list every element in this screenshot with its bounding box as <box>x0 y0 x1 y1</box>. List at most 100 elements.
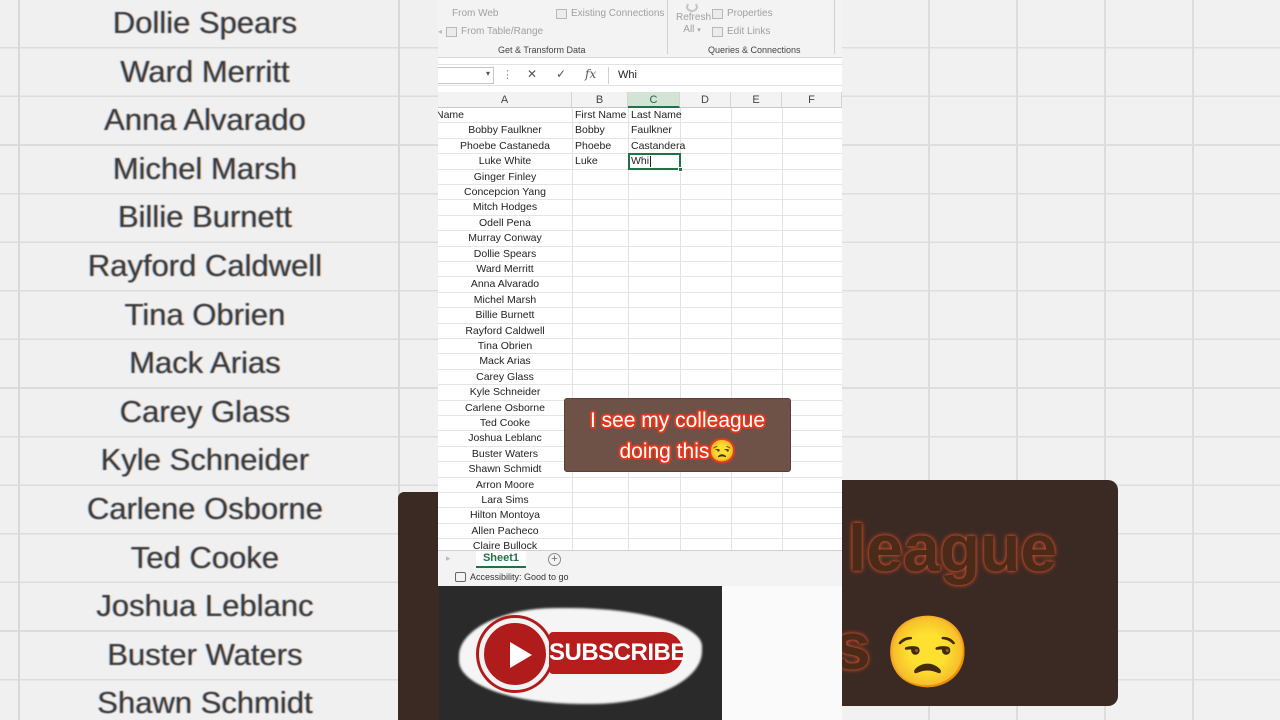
column-header-b[interactable]: B <box>572 92 628 108</box>
cell-a[interactable]: Lara Sims <box>438 493 572 508</box>
cell-c[interactable] <box>631 308 682 323</box>
cell-b[interactable]: First Name <box>575 108 630 123</box>
cell-c[interactable] <box>631 324 682 339</box>
cell-b[interactable] <box>575 170 630 185</box>
properties-button[interactable]: Properties <box>712 8 773 19</box>
cell-b[interactable] <box>575 216 630 231</box>
cell-a[interactable]: Ginger Finley <box>438 170 572 185</box>
cell-a[interactable]: Anna Alvarado <box>438 277 572 292</box>
cell-c[interactable] <box>631 200 682 215</box>
cell-b[interactable] <box>575 231 630 246</box>
cell-a[interactable]: Buster Waters <box>438 447 572 462</box>
cell-b[interactable] <box>575 493 630 508</box>
cell-b[interactable] <box>575 478 630 493</box>
cell-c[interactable] <box>631 370 682 385</box>
cell-c[interactable]: Castandera <box>631 139 685 154</box>
cell-a[interactable]: Phoebe Castaneda <box>438 139 572 154</box>
column-header-c[interactable]: C <box>628 92 680 108</box>
cell-c[interactable] <box>631 216 682 231</box>
confirm-entry-button[interactable]: ✓ <box>556 67 566 81</box>
cell-c[interactable] <box>631 354 682 369</box>
from-table-range-button[interactable]: ◂ From Table/Range <box>438 26 543 37</box>
column-header-e[interactable]: E <box>731 92 782 108</box>
cell-c[interactable] <box>631 539 682 550</box>
worksheet-grid[interactable]: A B C D E F Name First Name Last Name Bobby… <box>438 92 842 550</box>
refresh-all-button[interactable]: Refresh All ▾ <box>676 0 711 37</box>
cell-a[interactable]: Tina Obrien <box>438 339 572 354</box>
cell-c[interactable] <box>631 170 682 185</box>
cell-b[interactable] <box>575 370 630 385</box>
cell-c[interactable] <box>631 262 682 277</box>
cancel-entry-button[interactable]: ✕ <box>527 67 537 81</box>
cell-c[interactable] <box>631 277 682 292</box>
cell-a[interactable]: Joshua Leblanc <box>438 431 572 446</box>
cell-a[interactable]: Murray Conway <box>438 231 572 246</box>
add-sheet-button[interactable]: + <box>548 553 561 566</box>
cell-b[interactable] <box>575 324 630 339</box>
cell-a[interactable]: Arron Moore <box>438 478 572 493</box>
cell-c[interactable]: Last Name <box>631 108 682 123</box>
cell-a[interactable]: Bobby Faulkner <box>438 123 572 138</box>
cell-b[interactable]: Bobby <box>575 123 630 138</box>
cell-c[interactable]: Faulkner <box>631 123 682 138</box>
sheet-tab-sheet1[interactable]: Sheet1 <box>476 551 526 568</box>
cell-b[interactable] <box>575 524 630 539</box>
fill-handle[interactable] <box>678 167 683 172</box>
cell-a[interactable]: Carey Glass <box>438 370 572 385</box>
column-header-d[interactable]: D <box>680 92 731 108</box>
existing-connections-button[interactable]: Existing Connections <box>556 8 664 19</box>
cell-a[interactable]: Carlene Osborne <box>438 401 572 416</box>
cell-a[interactable]: Concepcion Yang <box>438 185 572 200</box>
cell-a[interactable]: Michel Marsh <box>438 293 572 308</box>
active-cell-c4[interactable] <box>628 153 683 172</box>
cell-a[interactable]: Billie Burnett <box>438 308 572 323</box>
formula-input[interactable]: Whi <box>608 67 842 84</box>
cell-c[interactable] <box>631 293 682 308</box>
accessibility-status[interactable]: Accessibility: Good to go <box>456 572 569 582</box>
name-box-dropdown-icon[interactable]: ▾ <box>486 69 490 78</box>
cell-c[interactable] <box>631 231 682 246</box>
cell-b[interactable] <box>575 262 630 277</box>
cell-b[interactable] <box>575 185 630 200</box>
cell-c[interactable] <box>631 247 682 262</box>
edit-links-button[interactable]: Edit Links <box>712 26 770 37</box>
cell-b[interactable] <box>575 339 630 354</box>
cell-b[interactable] <box>575 293 630 308</box>
insert-function-button[interactable]: fx <box>585 67 596 81</box>
cell-b[interactable] <box>575 508 630 523</box>
cell-c[interactable] <box>631 185 682 200</box>
cell-c[interactable] <box>631 478 682 493</box>
cell-b[interactable] <box>575 354 630 369</box>
formula-bar-grip-icon[interactable]: ⋮ <box>502 68 513 81</box>
column-header-a[interactable]: A <box>438 92 572 108</box>
cell-a[interactable]: Shawn Schmidt <box>438 462 572 477</box>
cell-a[interactable]: Mitch Hodges <box>438 200 572 215</box>
column-header-f[interactable]: F <box>782 92 842 108</box>
cell-b[interactable] <box>575 277 630 292</box>
cell-c[interactable] <box>631 524 682 539</box>
cell-c[interactable] <box>631 508 682 523</box>
cell-b[interactable] <box>575 200 630 215</box>
cell-a[interactable]: Rayford Caldwell <box>438 324 572 339</box>
subscribe-banner[interactable]: SUBSCRIBE <box>439 586 722 720</box>
cell-b[interactable]: Luke <box>575 154 630 169</box>
sheet-nav-arrow-icon[interactable]: ▸ <box>446 553 451 564</box>
cell-a[interactable]: Claire Bullock <box>438 539 572 550</box>
cell-a[interactable]: Odell Pena <box>438 216 572 231</box>
cell-a[interactable]: Dollie Spears <box>438 247 572 262</box>
cell-a[interactable]: Name <box>438 108 570 123</box>
cell-b[interactable] <box>575 247 630 262</box>
cell-a[interactable]: Kyle Schneider <box>438 385 572 400</box>
cell-b[interactable]: Phoebe <box>575 139 630 154</box>
cell-a[interactable]: Ward Merritt <box>438 262 572 277</box>
cell-c[interactable] <box>631 339 682 354</box>
cell-a[interactable]: Hilton Montoya <box>438 508 572 523</box>
cell-b[interactable] <box>575 308 630 323</box>
cell-a[interactable]: Ted Cooke <box>438 416 572 431</box>
name-box[interactable]: ▾ <box>438 67 494 84</box>
cell-a[interactable]: Allen Pacheco <box>438 524 572 539</box>
from-web-button[interactable]: From Web <box>438 8 499 19</box>
cell-a[interactable]: Luke White <box>438 154 572 169</box>
cell-a[interactable]: Mack Arias <box>438 354 572 369</box>
cell-b[interactable] <box>575 539 630 550</box>
